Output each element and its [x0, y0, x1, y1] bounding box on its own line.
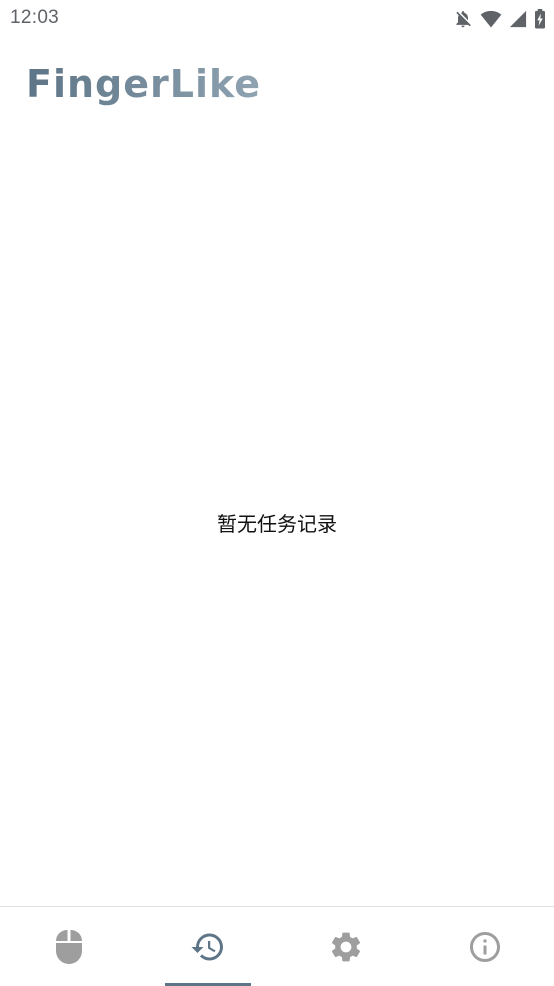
cellular-signal-icon — [509, 10, 527, 28]
app-title: FingerLike — [26, 62, 261, 106]
nav-item-info[interactable] — [416, 907, 554, 986]
nav-item-settings[interactable] — [277, 907, 416, 986]
nav-item-mouse[interactable] — [0, 907, 139, 986]
info-icon — [467, 929, 503, 969]
empty-state-message: 暂无任务记录 — [0, 508, 554, 537]
notifications-off-icon — [453, 9, 473, 29]
status-bar: 12:03 — [0, 0, 554, 38]
bottom-navigation — [0, 906, 554, 986]
status-time: 12:03 — [10, 7, 59, 29]
wifi-icon — [480, 10, 502, 28]
battery-charging-icon — [534, 9, 546, 29]
mouse-icon — [54, 929, 84, 969]
nav-item-history[interactable] — [139, 907, 278, 986]
settings-icon — [328, 929, 364, 969]
history-icon — [190, 929, 226, 969]
status-icons — [453, 8, 546, 30]
